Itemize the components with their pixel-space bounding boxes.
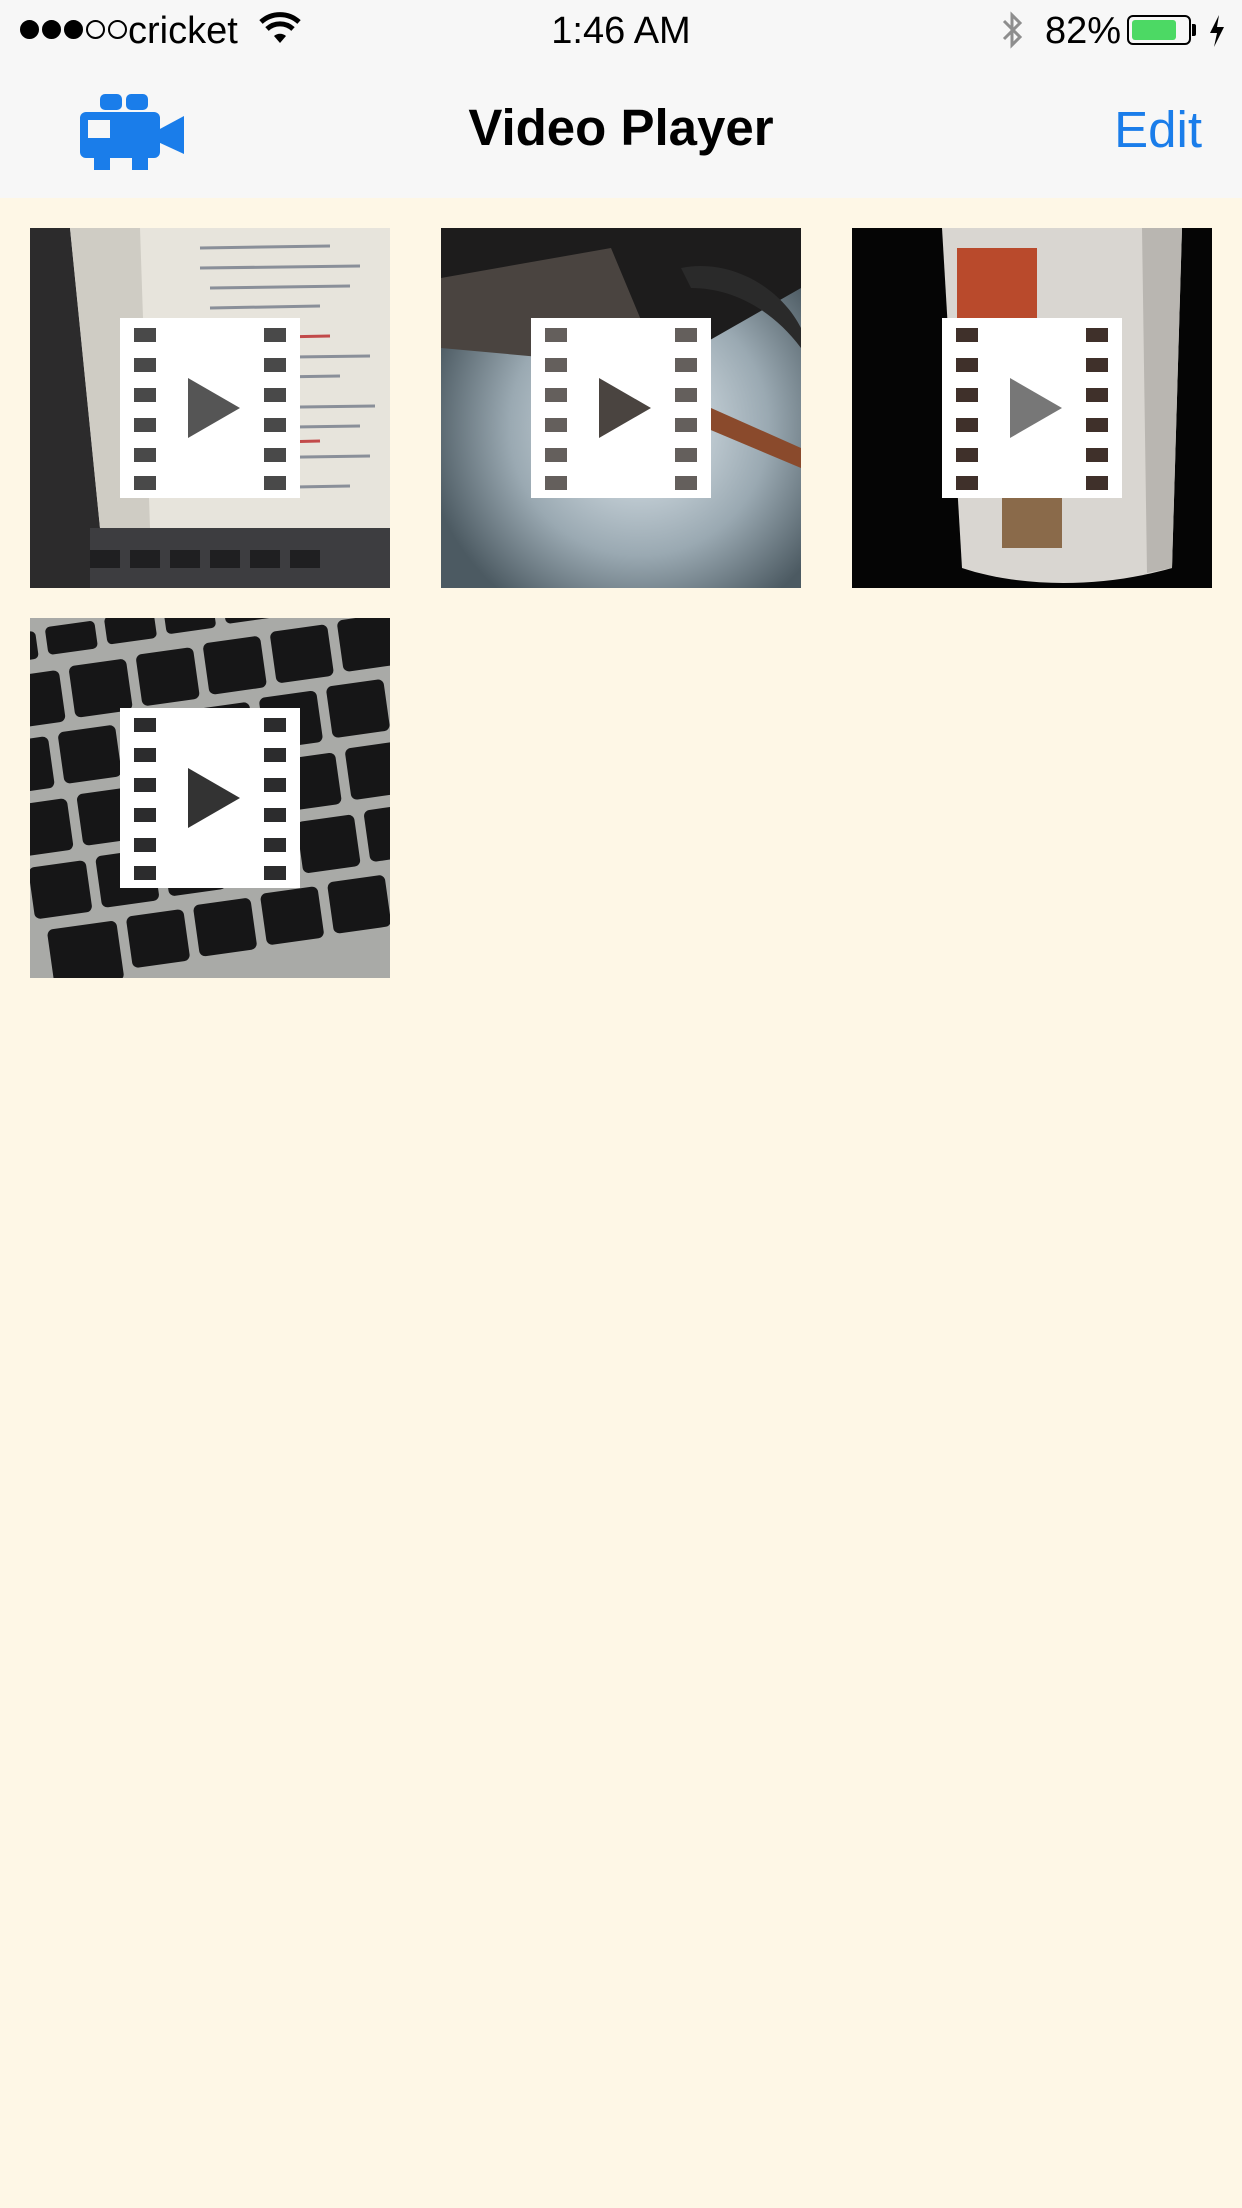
film-play-icon	[942, 318, 1122, 498]
page-title: Video Player	[468, 99, 774, 156]
film-play-icon	[120, 318, 300, 498]
video-thumbnail-keyboard[interactable]	[30, 618, 390, 978]
battery-level-fill	[1132, 20, 1176, 40]
status-bar: cricket 1:46 AM 82%	[0, 0, 1242, 60]
bluetooth-icon	[1002, 11, 1023, 49]
video-thumbnail-laptop[interactable]	[30, 228, 390, 588]
battery-nub	[1192, 24, 1196, 36]
battery-percentage: 82%	[1045, 10, 1122, 52]
video-thumbnail-lamp[interactable]	[441, 228, 801, 588]
video-thumbnail-mug[interactable]	[852, 228, 1212, 588]
film-play-icon	[531, 318, 711, 498]
charging-bolt-icon	[1210, 15, 1224, 47]
navigation-header: cricket 1:46 AM 82% Video Player Edit	[0, 0, 1242, 198]
edit-button[interactable]: Edit	[1114, 100, 1202, 159]
battery-icon	[1127, 15, 1191, 45]
film-play-icon	[120, 708, 300, 888]
